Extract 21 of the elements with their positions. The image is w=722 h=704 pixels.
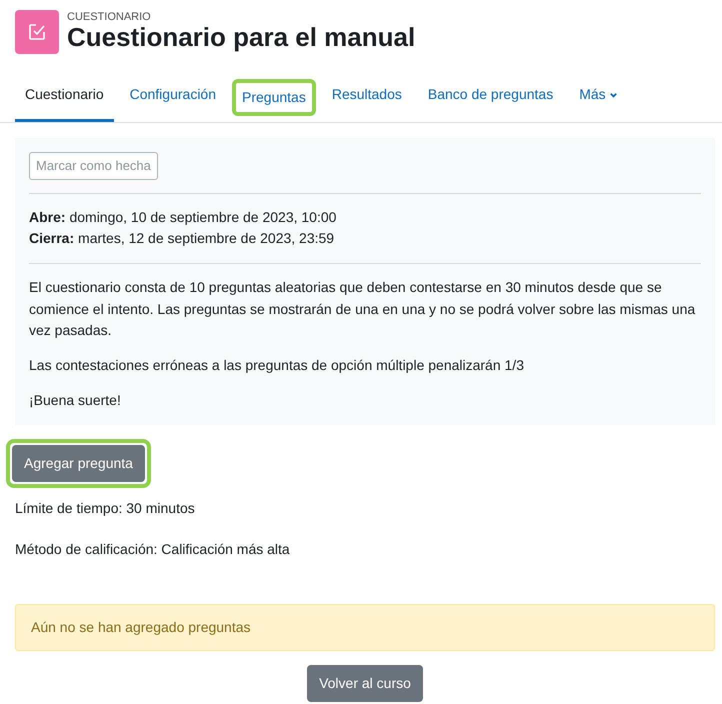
- info-text: Límite de tiempo: 30 minutos: [15, 499, 196, 518]
- nav-tab[interactable]: Configuración: [120, 76, 226, 122]
- date-line: Cierra: martes, 12 de septiembre de 2023, 23:59: [29, 229, 336, 248]
- back-to-course-button[interactable]: Volver al curso: [307, 665, 423, 702]
- warning-alert: Aún no se han agregado preguntas: [15, 604, 715, 652]
- info-text: Método de calificación: Calificación más alta: [15, 540, 291, 560]
- description-text: ¡Buena suerte!: [29, 390, 122, 410]
- nav-tab[interactable]: Banco de preguntas: [418, 76, 564, 122]
- date-line: Abre: domingo, 10 de septiembre de 2023, 10:00: [29, 208, 338, 227]
- nav-tab[interactable]: Cuestionario: [15, 76, 114, 122]
- page-kicker: CUESTIONARIO: [67, 12, 152, 24]
- quiz-icon: [15, 10, 59, 54]
- add-question-button[interactable]: Agregar pregunta: [12, 445, 145, 482]
- nav-tab[interactable]: Más: [569, 76, 628, 122]
- description-text: Las contestaciones erróneas a las preguntas de opción múltiple penalizarán 1/3: [29, 356, 525, 375]
- nav-tab[interactable]: Resultados: [322, 76, 412, 122]
- caret-icon: [608, 90, 618, 100]
- page-title: Cuestionario para el manual: [67, 23, 416, 52]
- mark-done-button[interactable]: Marcar como hecha: [29, 152, 158, 180]
- nav-tab[interactable]: Preguntas: [232, 79, 316, 116]
- description-text: El cuestionario consta de 10 preguntas aleatorias que deben contestarse en 30 minutos desde que se comience el intento. Las preguntas se mostrarán de una en una y no se podrá volver sobre las mismas una vez pasadas.: [29, 278, 696, 340]
